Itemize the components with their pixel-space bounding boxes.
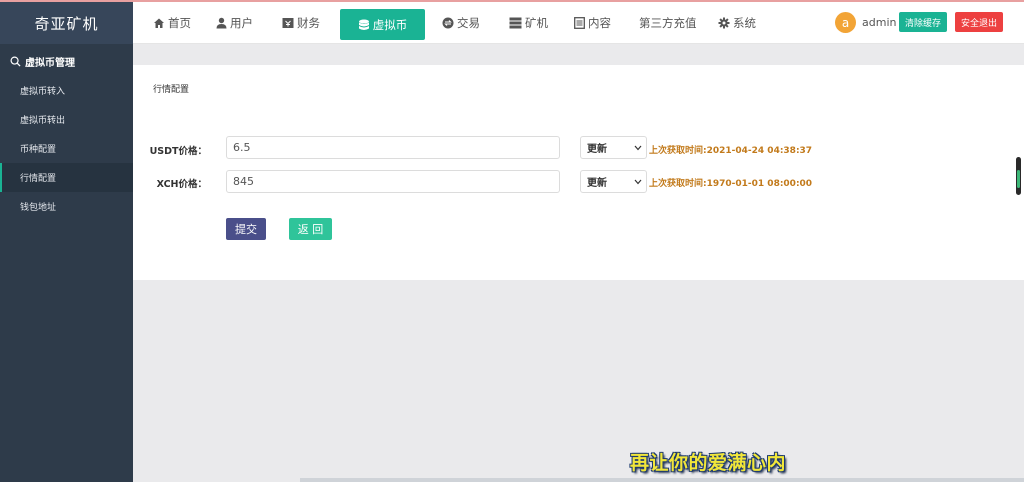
usdt-update-select[interactable]: 更新: [580, 136, 647, 159]
search-icon: [10, 56, 21, 67]
main-panel: 行情配置 USDT价格： 6.5 更新 上次获取时间:2021-04-24 04…: [133, 65, 1024, 280]
gear-icon: [718, 17, 730, 29]
nav-users[interactable]: 用户: [216, 2, 253, 44]
logout-button[interactable]: 安全退出: [955, 12, 1003, 32]
xch-price-label: XCH价格：: [156, 179, 207, 190]
finance-icon: [282, 18, 294, 28]
sidebar-group-virtual-currency[interactable]: 虚拟币管理: [0, 46, 133, 76]
xch-update-select[interactable]: 更新: [580, 170, 647, 193]
nav-system[interactable]: 系统: [718, 2, 756, 44]
home-icon: [154, 18, 164, 28]
nav-finance[interactable]: 财务: [282, 2, 320, 44]
submit-button[interactable]: 提交: [226, 218, 266, 240]
user-icon: [216, 17, 227, 29]
nav-trade[interactable]: 交易: [442, 2, 480, 44]
sidebar-item-withdraw[interactable]: 虚拟币转出: [0, 105, 133, 134]
back-button[interactable]: 返 回: [289, 218, 332, 240]
usdt-last-fetch-time: 上次获取时间:2021-04-24 04:38:37: [649, 146, 813, 156]
sidebar-item-wallet-address[interactable]: 钱包地址: [0, 192, 133, 221]
sidebar-item-deposit[interactable]: 虚拟币转入: [0, 76, 133, 105]
scrollbar-thumb[interactable]: [1017, 170, 1020, 188]
nav-miners[interactable]: 矿机: [509, 2, 548, 44]
exchange-icon: [442, 17, 454, 29]
sidebar: 奇亚矿机 虚拟币管理 虚拟币转入 虚拟币转出 币种配置 行情配置 钱包地址: [0, 2, 133, 482]
sidebar-item-coin-config[interactable]: 币种配置: [0, 134, 133, 163]
document-icon: [574, 17, 585, 29]
sidebar-group-label: 虚拟币管理: [25, 57, 75, 69]
usdt-price-input[interactable]: 6.5: [226, 136, 560, 159]
server-icon: [509, 17, 522, 29]
chevron-down-icon: [634, 145, 642, 150]
video-caption-overlay: 再让你的爱满心内: [630, 452, 787, 474]
xch-price-input[interactable]: 845: [226, 170, 560, 193]
nav-virtual-currency[interactable]: 虚拟币: [340, 9, 425, 40]
nav-content[interactable]: 内容: [574, 2, 611, 44]
app-logo: 奇亚矿机: [0, 2, 133, 44]
avatar[interactable]: a: [835, 12, 856, 33]
clear-cache-button[interactable]: 清除缓存: [899, 12, 947, 32]
usdt-price-label: USDT价格：: [149, 146, 207, 157]
section-title: 行情配置: [153, 85, 190, 95]
database-icon: [358, 19, 369, 30]
chevron-down-icon: [634, 179, 642, 184]
top-navbar: 首页 用户 财务 虚拟币 交易 矿机 内容 第三方充值 系统 a admin 清…: [133, 2, 1024, 44]
nav-third-party-recharge[interactable]: 第三方充值: [639, 2, 697, 44]
username-label[interactable]: admin: [862, 16, 896, 29]
sidebar-item-market-config[interactable]: 行情配置: [0, 163, 133, 192]
bottom-scrollbar[interactable]: [300, 478, 1024, 482]
xch-last-fetch-time: 上次获取时间:1970-01-01 08:00:00: [649, 179, 813, 189]
nav-home[interactable]: 首页: [153, 2, 191, 44]
